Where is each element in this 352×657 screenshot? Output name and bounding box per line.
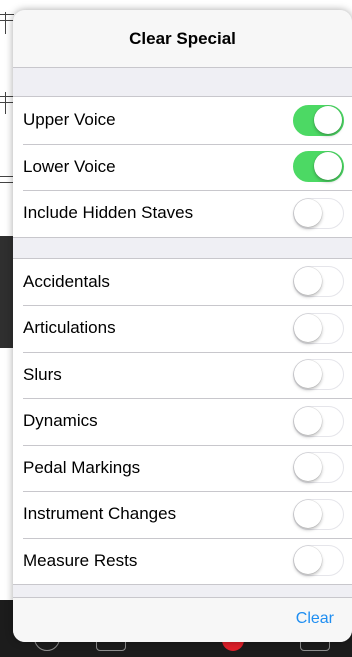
toggle-knob bbox=[294, 499, 322, 528]
instrument-changes-toggle[interactable] bbox=[293, 498, 344, 530]
clear-special-popover: Clear Special Upper Voice Lower Voice In… bbox=[13, 10, 352, 642]
row-measure-rests: Measure Rests bbox=[13, 537, 352, 585]
staff-line bbox=[0, 102, 14, 103]
row-label: Measure Rests bbox=[23, 550, 138, 570]
row-slurs: Slurs bbox=[13, 351, 352, 399]
toggle-knob bbox=[314, 105, 342, 134]
popover-title: Clear Special bbox=[129, 28, 236, 48]
row-label: Slurs bbox=[23, 364, 62, 384]
articulations-toggle[interactable] bbox=[293, 312, 344, 344]
row-label: Lower Voice bbox=[23, 156, 116, 176]
row-articulations: Articulations bbox=[13, 305, 352, 352]
row-label: Upper Voice bbox=[23, 110, 116, 130]
clear-button[interactable]: Clear bbox=[296, 610, 334, 628]
row-label: Articulations bbox=[23, 318, 116, 338]
pedal-markings-toggle[interactable] bbox=[293, 452, 344, 484]
lower-voice-toggle[interactable] bbox=[293, 151, 344, 183]
measure-rests-toggle[interactable] bbox=[293, 545, 344, 577]
items-group: Accidentals Articulations Slurs Dynamics… bbox=[13, 258, 352, 585]
staff-line bbox=[0, 14, 14, 15]
toggle-knob bbox=[294, 313, 322, 342]
row-accidentals: Accidentals bbox=[13, 259, 352, 306]
bar-line bbox=[5, 92, 6, 114]
slurs-toggle[interactable] bbox=[293, 359, 344, 391]
toggle-knob bbox=[294, 406, 322, 435]
toggle-knob bbox=[294, 198, 322, 227]
staff-line bbox=[0, 20, 14, 21]
toggle-knob bbox=[294, 267, 322, 296]
staff-line bbox=[0, 182, 14, 183]
toggle-knob bbox=[314, 152, 342, 181]
staff-line bbox=[0, 176, 14, 177]
row-instrument-changes: Instrument Changes bbox=[13, 491, 352, 538]
include-hidden-staves-toggle[interactable] bbox=[293, 197, 344, 229]
accidentals-toggle[interactable] bbox=[293, 266, 344, 298]
upper-voice-toggle[interactable] bbox=[293, 104, 344, 136]
row-dynamics: Dynamics bbox=[13, 398, 352, 445]
row-label: Include Hidden Staves bbox=[23, 203, 194, 223]
row-label: Dynamics bbox=[23, 411, 98, 431]
popover-footer: Clear bbox=[13, 597, 352, 642]
toggle-knob bbox=[294, 360, 322, 389]
row-upper-voice: Upper Voice bbox=[13, 97, 352, 144]
staff-line bbox=[0, 96, 14, 97]
section-gap bbox=[13, 68, 352, 97]
section-gap bbox=[13, 236, 352, 259]
popover-header: Clear Special bbox=[13, 10, 352, 68]
row-lower-voice: Lower Voice bbox=[13, 143, 352, 191]
row-pedal-markings: Pedal Markings bbox=[13, 444, 352, 492]
row-label: Instrument Changes bbox=[23, 504, 177, 524]
voices-group: Upper Voice Lower Voice Include Hidden S… bbox=[13, 97, 352, 237]
toggle-knob bbox=[294, 546, 322, 575]
row-include-hidden-staves: Include Hidden Staves bbox=[13, 190, 352, 237]
bar-line bbox=[5, 12, 6, 34]
row-label: Accidentals bbox=[23, 271, 110, 291]
row-label: Pedal Markings bbox=[23, 457, 141, 477]
toggle-knob bbox=[294, 453, 322, 482]
dynamics-toggle[interactable] bbox=[293, 405, 344, 437]
